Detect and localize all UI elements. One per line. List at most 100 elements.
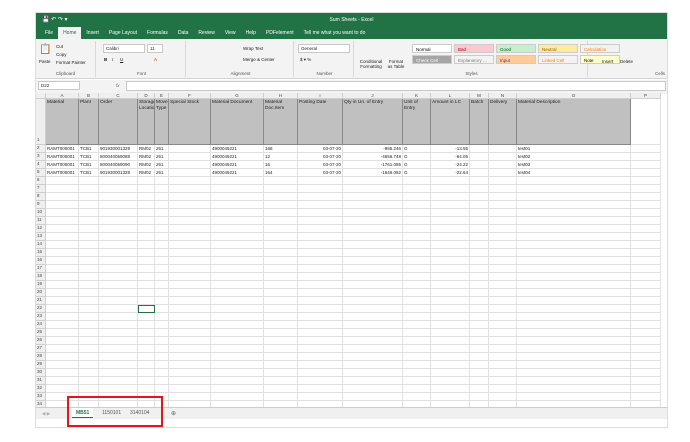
data-cell[interactable]: -1646.082 (343, 169, 403, 177)
row-header-26[interactable]: 26 (36, 337, 46, 345)
empty-cell[interactable] (138, 209, 155, 217)
empty-cell[interactable] (264, 193, 298, 201)
empty-cell[interactable] (169, 177, 211, 185)
data-cell[interactable]: RM02 (138, 153, 155, 161)
empty-cell[interactable] (631, 281, 661, 289)
empty-cell[interactable] (431, 193, 470, 201)
empty-cell[interactable] (155, 369, 169, 377)
row-header-3[interactable]: 3 (36, 153, 46, 161)
empty-cell[interactable] (46, 297, 79, 305)
empty-cell[interactable] (211, 369, 264, 377)
data-cell[interactable]: -985.246 (343, 145, 403, 153)
empty-cell[interactable] (631, 385, 661, 393)
empty-cell[interactable] (79, 305, 99, 313)
empty-cell[interactable] (155, 313, 169, 321)
empty-cell[interactable] (517, 385, 631, 393)
empty-cell[interactable] (169, 305, 211, 313)
empty-cell[interactable] (46, 225, 79, 233)
empty-cell[interactable] (79, 377, 99, 385)
empty-cell[interactable] (211, 337, 264, 345)
empty-cell[interactable] (211, 321, 264, 329)
data-cell[interactable]: RAMT000001 (46, 169, 79, 177)
empty-cell[interactable] (403, 273, 431, 281)
empty-cell[interactable] (211, 209, 264, 217)
empty-cell[interactable] (517, 297, 631, 305)
empty-cell[interactable] (517, 265, 631, 273)
empty-cell[interactable] (46, 249, 79, 257)
empty-cell[interactable] (138, 233, 155, 241)
empty-cell[interactable] (631, 161, 661, 169)
empty-cell[interactable] (155, 193, 169, 201)
header-cell[interactable]: Storage Location (138, 99, 155, 145)
empty-cell[interactable] (211, 313, 264, 321)
empty-cell[interactable] (343, 289, 403, 297)
empty-cell[interactable] (298, 201, 343, 209)
empty-cell[interactable] (169, 385, 211, 393)
row-header-4[interactable]: 4 (36, 161, 46, 169)
empty-cell[interactable] (169, 233, 211, 241)
empty-cell[interactable] (79, 345, 99, 353)
tab-home[interactable]: Home (58, 27, 82, 39)
empty-cell[interactable] (631, 185, 661, 193)
tab-help[interactable]: Help (241, 30, 261, 39)
row-header-23[interactable]: 23 (36, 313, 46, 321)
empty-cell[interactable] (99, 385, 138, 393)
empty-cell[interactable] (298, 305, 343, 313)
empty-cell[interactable] (403, 209, 431, 217)
empty-cell[interactable] (264, 217, 298, 225)
font-color-icon[interactable]: A (154, 57, 157, 62)
empty-cell[interactable] (155, 217, 169, 225)
selected-cell-D22[interactable] (138, 305, 155, 313)
empty-cell[interactable] (403, 321, 431, 329)
data-cell[interactable]: 4900049221 (211, 145, 264, 153)
empty-cell[interactable] (169, 265, 211, 273)
empty-cell[interactable] (489, 393, 517, 401)
empty-cell[interactable] (79, 337, 99, 345)
style-check-cell[interactable]: Check Cell (412, 55, 452, 64)
data-cell[interactable]: RM02 (138, 161, 155, 169)
empty-cell[interactable] (169, 393, 211, 401)
empty-cell[interactable] (403, 353, 431, 361)
copy-button[interactable]: Copy (56, 52, 67, 57)
row-header-12[interactable]: 12 (36, 225, 46, 233)
empty-cell[interactable] (79, 233, 99, 241)
row-header-5[interactable]: 5 (36, 169, 46, 177)
empty-cell[interactable] (99, 241, 138, 249)
row-header-14[interactable]: 14 (36, 241, 46, 249)
empty-cell[interactable] (46, 337, 79, 345)
empty-cell[interactable] (211, 345, 264, 353)
empty-cell[interactable] (403, 265, 431, 273)
empty-cell[interactable] (138, 377, 155, 385)
empty-cell[interactable] (169, 329, 211, 337)
data-cell[interactable]: -24.22 (431, 161, 470, 169)
empty-cell[interactable] (46, 185, 79, 193)
empty-cell[interactable] (99, 265, 138, 273)
empty-cell[interactable] (211, 305, 264, 313)
empty-cell[interactable] (169, 337, 211, 345)
empty-cell[interactable] (169, 289, 211, 297)
name-box[interactable]: D22 (38, 81, 80, 90)
empty-cell[interactable] (403, 377, 431, 385)
empty-cell[interactable] (99, 273, 138, 281)
header-cell[interactable]: Unit of Entry (403, 99, 431, 145)
data-cell[interactable]: TCB1 (79, 145, 99, 153)
tab-pdfelement[interactable]: PDFelement (261, 30, 299, 39)
data-cell[interactable]: test03 (517, 161, 631, 169)
empty-cell[interactable] (489, 281, 517, 289)
empty-cell[interactable] (99, 369, 138, 377)
empty-cell[interactable] (489, 233, 517, 241)
empty-cell[interactable] (264, 281, 298, 289)
row-header-30[interactable]: 30 (36, 369, 46, 377)
empty-cell[interactable] (155, 361, 169, 369)
data-cell[interactable]: 4900049221 (211, 161, 264, 169)
empty-cell[interactable] (264, 233, 298, 241)
empty-cell[interactable] (431, 225, 470, 233)
empty-cell[interactable] (489, 249, 517, 257)
empty-cell[interactable] (431, 281, 470, 289)
empty-cell[interactable] (489, 241, 517, 249)
empty-cell[interactable] (298, 233, 343, 241)
tab-data[interactable]: Data (173, 30, 194, 39)
empty-cell[interactable] (343, 273, 403, 281)
empty-cell[interactable] (46, 209, 79, 217)
header-cell[interactable]: Material (46, 99, 79, 145)
